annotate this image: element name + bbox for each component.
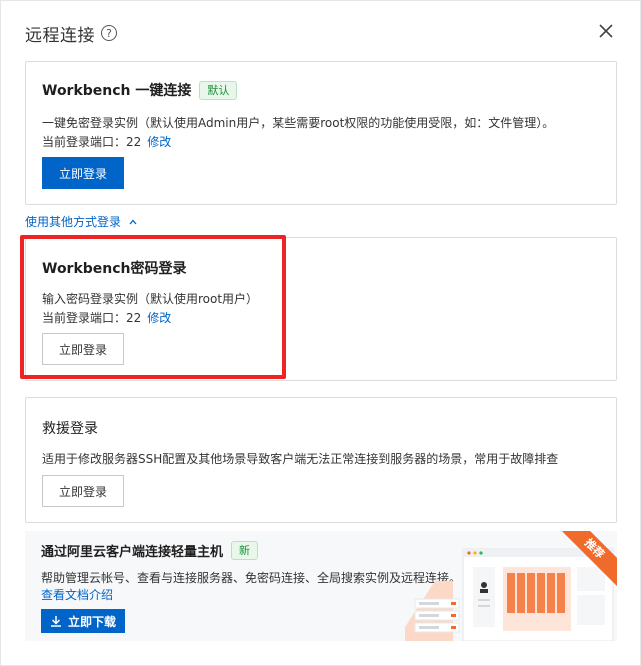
password-login-title: Workbench密码登录 xyxy=(42,261,187,277)
download-icon xyxy=(50,616,61,627)
download-label: 立即下载 xyxy=(67,614,116,629)
workbench-one-click-card: Workbench 一键连接 默认 一键免密登录实例（默认使用Admin用户，某… xyxy=(25,61,617,205)
rescue-login-card: 救援登录 适用于修改服务器SSH配置及其他场景导致客户端无法正常连接到服务器的场… xyxy=(25,397,617,523)
modify-port-link[interactable]: 修改 xyxy=(147,135,171,149)
download-now-button[interactable]: 立即下载 xyxy=(41,609,125,633)
other-login-methods-label: 使用其他方式登录 xyxy=(25,215,122,229)
new-badge: 新 xyxy=(231,541,259,560)
dialog-title: 远程连接 xyxy=(25,25,95,46)
port-info: 当前登录端口：22 修改 xyxy=(42,309,171,326)
promo-title: 通过阿里云客户端连接轻量主机 新 xyxy=(41,541,259,560)
close-icon[interactable] xyxy=(598,23,614,39)
promo-title-text: 通过阿里云客户端连接轻量主机 xyxy=(41,545,224,560)
app-illustration: 推荐 xyxy=(405,531,617,641)
client-promo-banner: 通过阿里云客户端连接轻量主机 新 帮助管理云帐号、查看与连接服务器、免密码连接、… xyxy=(25,531,617,641)
port-info: 当前登录端口：22 修改 xyxy=(42,133,171,150)
question-circle-icon[interactable]: ? xyxy=(101,25,117,41)
port-label: 当前登录端口：22 xyxy=(42,311,142,325)
login-now-button[interactable]: 立即登录 xyxy=(42,157,124,189)
chevron-up-icon xyxy=(129,219,137,224)
remote-connect-dialog: 远程连接 ? Workbench 一键连接 默认 一键免密登录实例（默认使用Ad… xyxy=(0,0,641,666)
other-login-methods-toggle[interactable]: 使用其他方式登录 xyxy=(25,213,137,230)
login-now-button[interactable]: 立即登录 xyxy=(42,475,124,507)
port-label: 当前登录端口：22 xyxy=(42,135,142,149)
card-title: Workbench 一键连接 默认 xyxy=(42,80,238,100)
view-docs-link[interactable]: 查看文档介绍 xyxy=(41,586,113,603)
workbench-password-card: Workbench密码登录 输入密码登录实例（默认使用root用户） 当前登录端… xyxy=(25,237,617,381)
password-login-description: 输入密码登录实例（默认使用root用户） xyxy=(42,292,259,306)
card-title: Workbench密码登录 xyxy=(42,258,187,278)
dialog-header: 远程连接 ? xyxy=(25,21,117,46)
default-badge: 默认 xyxy=(199,80,238,100)
workbench-description: 一键免密登录实例（默认使用Admin用户，某些需要root权限的功能使用受限，如… xyxy=(42,116,555,130)
rescue-login-title: 救援登录 xyxy=(42,421,98,437)
promo-description: 帮助管理云帐号、查看与连接服务器、免密码连接、全局搜索实例及远程连接。 xyxy=(41,571,462,585)
workbench-title: Workbench 一键连接 xyxy=(42,83,192,99)
modify-port-link[interactable]: 修改 xyxy=(147,311,171,325)
login-now-button[interactable]: 立即登录 xyxy=(42,333,124,365)
rescue-login-description: 适用于修改服务器SSH配置及其他场景导致客户端无法正常连接到服务器的场景，常用于… xyxy=(42,452,559,466)
card-title: 救援登录 xyxy=(42,418,98,438)
